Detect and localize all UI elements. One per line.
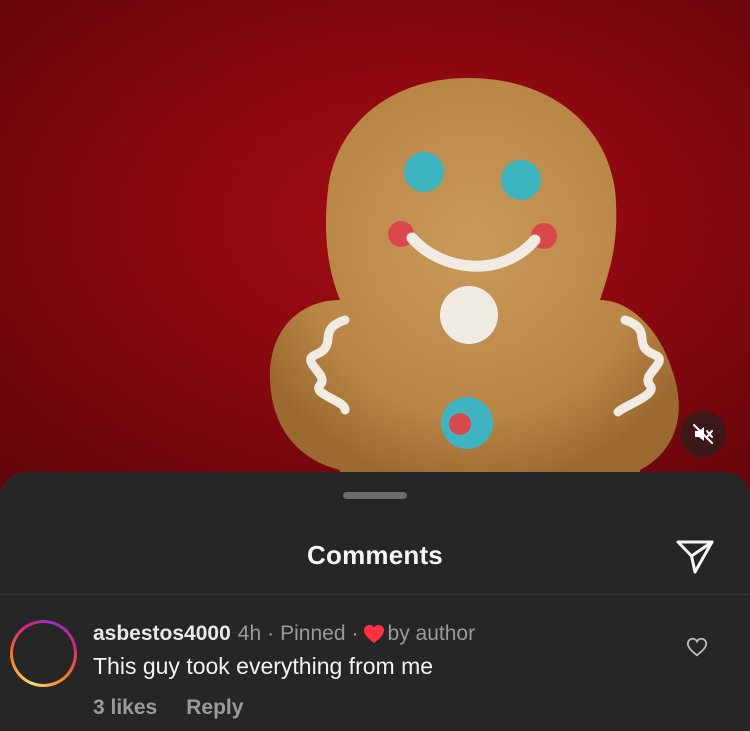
share-button[interactable]: [674, 536, 716, 578]
comment-text: This guy took everything from me: [93, 653, 434, 679]
sheet-title: Comments: [307, 540, 443, 570]
author-heart-icon: [363, 624, 384, 644]
comment-meta: asbestos4000 4h · Pinned · by author: [93, 622, 475, 646]
meta-separator: ·: [267, 622, 275, 645]
heart-outline-icon: [686, 637, 708, 657]
avatar[interactable]: [10, 620, 77, 687]
screen: Comments asbestos4000 4h · Pinned · by a…: [0, 0, 750, 731]
paper-plane-icon: [676, 540, 714, 574]
pinned-label: Pinned: [280, 622, 346, 645]
reply-button[interactable]: Reply: [186, 696, 243, 720]
comment-username[interactable]: asbestos4000: [93, 622, 231, 646]
like-comment-button[interactable]: [686, 636, 708, 658]
comments-sheet: Comments asbestos4000 4h · Pinned · by a…: [0, 472, 750, 731]
gingerbread-man-image: [269, 78, 679, 490]
comment-item: asbestos4000 4h · Pinned · by author Thi…: [0, 595, 750, 731]
meta-separator: ·: [351, 622, 359, 645]
comment-actions: 3 likes Reply: [93, 696, 243, 720]
speaker-muted-icon: [693, 424, 713, 444]
reel-video[interactable]: [0, 0, 750, 490]
author-like-label: by author: [387, 622, 476, 645]
likes-count[interactable]: 3 likes: [93, 696, 157, 720]
mute-toggle-button[interactable]: [680, 411, 726, 457]
sheet-drag-handle[interactable]: [343, 492, 407, 499]
comment-time: 4h: [237, 622, 262, 645]
